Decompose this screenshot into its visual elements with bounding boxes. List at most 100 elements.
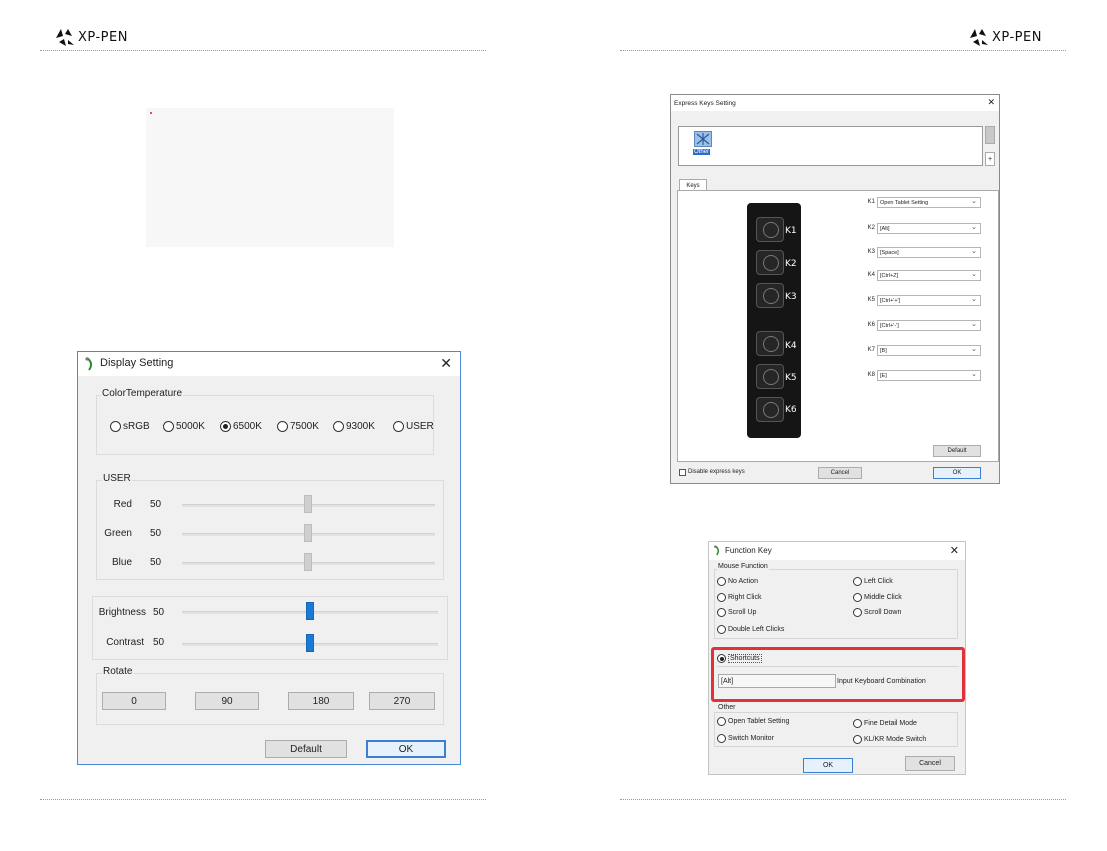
k7-select[interactable]: [B] ⌄ — [877, 345, 981, 356]
input-hint-label: Input Keyboard Combination — [837, 678, 926, 685]
contrast-value: 50 — [153, 637, 165, 648]
device-key-5 — [756, 364, 784, 389]
rotate-270-button[interactable]: 270 — [369, 692, 435, 710]
app-icon — [714, 545, 720, 556]
shortcut-input[interactable]: [Alt] — [718, 674, 836, 688]
k8-select[interactable]: [E] ⌄ — [877, 370, 981, 381]
brightness-contrast-group — [92, 596, 448, 660]
device-key-3 — [756, 283, 784, 308]
xp-pen-logo-icon — [970, 29, 988, 46]
display-setting-window: Display Setting ✕ ColorTemperature sRGB … — [77, 351, 461, 765]
rotate-0-button[interactable]: 0 — [102, 692, 166, 710]
red-slider-thumb[interactable] — [304, 495, 312, 513]
radio-6500k[interactable]: 6500K — [220, 421, 262, 432]
radio-kl-kr-mode-switch[interactable]: KL/KR Mode Switch — [853, 735, 926, 744]
placeholder-dot — [150, 112, 152, 114]
radio-scroll-down[interactable]: Scroll Down — [853, 608, 901, 617]
brightness-value: 50 — [153, 607, 165, 618]
k3-select[interactable]: [Space] ⌄ — [877, 247, 981, 258]
k4-select[interactable]: [Ctrl+Z] ⌄ — [877, 270, 981, 281]
device-label-k6: K6 — [785, 405, 797, 415]
header-divider-left — [40, 50, 486, 51]
k7-label: K7 — [867, 347, 875, 353]
radio-middle-click[interactable]: Middle Click — [853, 593, 902, 602]
chevron-down-icon: ⌄ — [971, 248, 977, 255]
ok-button[interactable]: OK — [933, 467, 981, 479]
cancel-button[interactable]: Cancel — [905, 756, 955, 771]
express-keys-window: Express Keys Setting ✕ Other + Keys K1 K… — [670, 94, 1000, 484]
user-group-label: USER — [102, 473, 132, 484]
radio-shortcuts[interactable]: Shortcuts — [717, 654, 762, 663]
brand-name: XP-PEN — [78, 30, 128, 45]
chevron-down-icon: ⌄ — [971, 224, 977, 231]
footer-divider-right — [620, 799, 1066, 800]
radio-5000k[interactable]: 5000K — [163, 421, 205, 432]
disable-express-keys-checkbox[interactable] — [679, 469, 686, 476]
k6-select[interactable]: [Ctrl+'-'] ⌄ — [877, 320, 981, 331]
k2-select[interactable]: [Alt] ⌄ — [877, 223, 981, 234]
window-title: Display Setting — [100, 357, 174, 369]
chevron-down-icon: ⌄ — [971, 296, 977, 303]
brand-name: XP-PEN — [992, 30, 1042, 45]
function-key-titlebar: Function Key ✕ — [709, 542, 965, 560]
red-value: 50 — [150, 499, 162, 510]
mouse-function-label: Mouse Function — [717, 563, 769, 570]
k4-label: K4 — [867, 272, 875, 278]
rotate-180-button[interactable]: 180 — [288, 692, 354, 710]
app-list-scrollbar[interactable] — [985, 126, 995, 144]
k5-select[interactable]: [Ctrl+'+'] ⌄ — [877, 295, 981, 306]
blue-slider-thumb[interactable] — [304, 553, 312, 571]
default-button[interactable]: Default — [933, 445, 981, 457]
device-key-6 — [756, 397, 784, 422]
display-setting-titlebar: Display Setting ✕ — [78, 352, 460, 376]
radio-9300k[interactable]: 9300K — [333, 421, 375, 432]
chevron-down-icon: ⌄ — [971, 371, 977, 378]
ok-button[interactable]: OK — [366, 740, 446, 758]
contrast-label: Contrast — [106, 637, 144, 648]
blue-label: Blue — [111, 557, 132, 568]
add-app-button[interactable]: + — [985, 152, 995, 166]
red-label: Red — [113, 499, 132, 510]
radio-srgb[interactable]: sRGB — [110, 421, 150, 432]
radio-open-tablet-setting[interactable]: Open Tablet Setting — [717, 717, 789, 726]
close-icon[interactable]: ✕ — [950, 544, 959, 557]
close-icon[interactable]: ✕ — [440, 355, 452, 372]
radio-fine-detail-mode[interactable]: Fine Detail Mode — [853, 719, 917, 728]
device-key-2 — [756, 250, 784, 275]
footer-divider-left — [40, 799, 486, 800]
app-icon — [85, 357, 93, 371]
cancel-button[interactable]: Cancel — [818, 467, 862, 479]
other-label: Other — [717, 704, 737, 711]
k1-select[interactable]: Open Tablet Setting ⌄ — [877, 197, 981, 208]
color-temperature-label: ColorTemperature — [101, 388, 184, 399]
radio-left-click[interactable]: Left Click — [853, 577, 893, 586]
radio-switch-monitor[interactable]: Switch Monitor — [717, 734, 774, 743]
disable-express-keys-label: Disable express keys — [688, 469, 745, 475]
radio-right-click[interactable]: Right Click — [717, 593, 761, 602]
device-label-k2: K2 — [785, 259, 797, 269]
default-button[interactable]: Default — [265, 740, 347, 758]
radio-7500k[interactable]: 7500K — [277, 421, 319, 432]
k6-label: K6 — [867, 322, 875, 328]
radio-no-action[interactable]: No Action — [717, 577, 758, 586]
other-app-label[interactable]: Other — [693, 149, 711, 155]
brightness-label: Brightness — [98, 607, 146, 618]
device-label-k3: K3 — [785, 292, 797, 302]
device-label-k4: K4 — [785, 341, 797, 351]
green-label: Green — [104, 528, 132, 539]
rotate-90-button[interactable]: 90 — [195, 692, 259, 710]
ok-button[interactable]: OK — [803, 758, 853, 773]
other-app-icon[interactable] — [694, 131, 712, 147]
app-list: Other — [678, 126, 983, 166]
contrast-slider-thumb[interactable] — [306, 634, 314, 652]
radio-user[interactable]: USER — [393, 421, 434, 432]
radio-double-left-clicks[interactable]: Double Left Clicks — [717, 625, 784, 634]
k1-label: K1 — [867, 199, 875, 205]
close-icon[interactable]: ✕ — [987, 97, 995, 108]
k3-label: K3 — [867, 249, 875, 255]
device-key-4 — [756, 331, 784, 356]
header-divider-right — [620, 50, 1066, 51]
green-slider-thumb[interactable] — [304, 524, 312, 542]
radio-scroll-up[interactable]: Scroll Up — [717, 608, 756, 617]
brightness-slider-thumb[interactable] — [306, 602, 314, 620]
